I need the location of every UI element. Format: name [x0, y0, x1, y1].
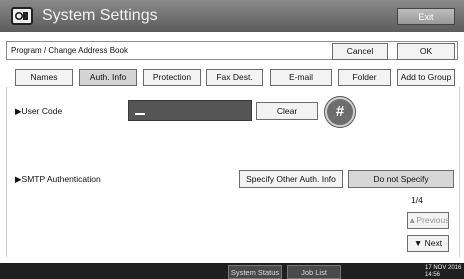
date-text: 17 NOV 2016	[425, 265, 462, 271]
next-button[interactable]: ▼ Next	[407, 235, 449, 252]
previous-button[interactable]: ▲Previous	[407, 212, 449, 229]
text-cursor	[135, 113, 145, 115]
smtp-authentication-label: ▶SMTP Authentication	[15, 174, 101, 184]
ok-button[interactable]: OK	[397, 43, 455, 60]
breadcrumb: Program / Change Address Book	[11, 46, 128, 55]
clear-button[interactable]: Clear	[256, 102, 318, 120]
do-not-specify-button[interactable]: Do not Specify	[348, 170, 454, 188]
page-indicator: 1/4	[411, 195, 423, 205]
cancel-button[interactable]: Cancel	[332, 43, 388, 60]
tab-names[interactable]: Names	[15, 69, 73, 86]
page-title: System Settings	[42, 7, 158, 24]
tab-add-to-group[interactable]: Add to Group	[397, 69, 455, 86]
specify-other-auth-info-button[interactable]: Specify Other Auth. Info	[239, 170, 343, 188]
title-bar: System Settings Exit	[0, 0, 464, 32]
exit-button[interactable]: Exit	[397, 8, 455, 25]
settings-tool-icon	[11, 7, 33, 25]
job-list-button[interactable]: Job List	[287, 265, 341, 279]
time-text: 14:56	[425, 272, 441, 278]
tab-fax-dest[interactable]: Fax Dest.	[206, 69, 263, 86]
user-code-input[interactable]	[128, 100, 252, 121]
date-time: 17 NOV 2016 14:56	[425, 265, 463, 279]
hash-key-button[interactable]: #	[325, 97, 355, 127]
user-code-label: ▶User Code	[15, 106, 63, 116]
breadcrumb-bar: Program / Change Address Book	[6, 41, 458, 60]
tab-auth-info[interactable]: Auth. Info	[79, 69, 137, 86]
screen: System Settings Exit Program / Change Ad…	[0, 0, 464, 279]
system-status-button[interactable]: System Status	[228, 265, 282, 279]
tab-folder[interactable]: Folder	[338, 69, 391, 86]
tab-protection[interactable]: Protection	[143, 69, 201, 86]
tab-email[interactable]: E-mail	[270, 69, 332, 86]
